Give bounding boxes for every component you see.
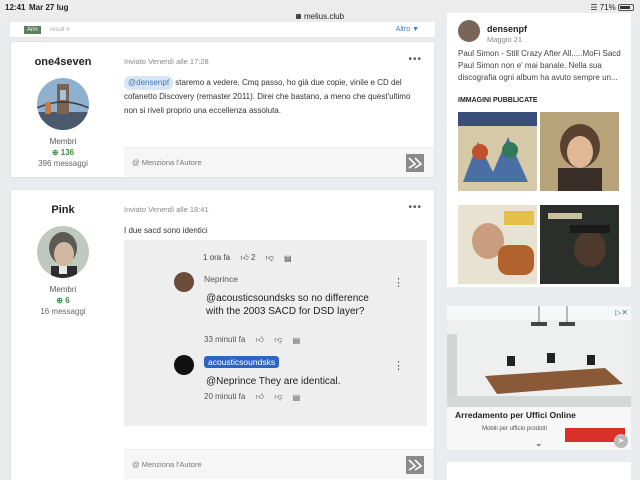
author-name[interactable]: one4seven	[11, 56, 115, 68]
altro-button[interactable]: Altro ▼	[396, 26, 419, 33]
post-author-panel: one4seven Membri ⊕ 136 396 messaggi	[11, 42, 115, 168]
thumbs-down-icon[interactable]: 👎︎	[274, 392, 282, 402]
message-count: 396 messaggi	[38, 159, 88, 168]
reply-icon[interactable]: ▤	[293, 336, 301, 345]
reply-icon[interactable]: ▤	[284, 254, 292, 263]
battery-icon	[618, 4, 634, 11]
image-thumbnail[interactable]	[458, 112, 537, 191]
comment-username[interactable]: acousticsoundsks	[204, 356, 280, 368]
kebab-menu-icon[interactable]: ⋮	[393, 359, 404, 372]
avatar[interactable]	[37, 78, 89, 130]
avatar[interactable]	[458, 20, 480, 42]
comment-neprince: Neprince ⋮ @acousticsoundsks so no diffe…	[174, 272, 414, 352]
mention-author-label: Menziona l'Autore	[141, 460, 202, 469]
plus-icon: ⊕	[51, 148, 59, 157]
scroll-to-top-button[interactable]: ➤	[614, 434, 628, 448]
ann-badge: Ann	[24, 26, 41, 34]
thumbs-up-icon[interactable]: 👍︎	[256, 335, 264, 345]
wifi-icon: ☰	[590, 3, 598, 12]
battery-percent: 71%	[599, 3, 616, 12]
reputation-value: 136	[60, 148, 75, 157]
image-thumbnail[interactable]	[458, 205, 537, 284]
reputation-value: 6	[65, 296, 70, 305]
url-text: melius.club	[304, 12, 345, 21]
avatar[interactable]	[37, 226, 89, 278]
sidebar-post-excerpt[interactable]: Paul Simon - Still Crazy After All.....M…	[458, 48, 628, 84]
post-one4seven: one4seven Membri ⊕ 136 396 messaggi Invi…	[10, 41, 435, 178]
comment-time: 33 minuti fa	[204, 335, 246, 345]
reply-icon[interactable]: ▤	[293, 393, 301, 402]
comment-actions: 20 minuti fa 👍︎ 👎︎ ▤	[204, 392, 300, 402]
lock-icon	[296, 14, 301, 19]
post-pink: Pink Membri ⊕ 6 16 messaggi Inviato Vene…	[10, 189, 435, 480]
author-name[interactable]: Pink	[11, 204, 115, 216]
comment-acousticsoundsks: acousticsoundsks ⋮ @Neprince They are id…	[174, 355, 414, 415]
comment-text: @acousticsoundsks so no difference with …	[206, 293, 369, 317]
status-time: 12:41	[5, 3, 26, 12]
post-footer: @ Menziona l'Autore	[124, 147, 434, 177]
sidebar-username[interactable]: densenpf	[487, 24, 527, 34]
comment-username-tag: acousticsoundsks	[204, 356, 280, 368]
post-menu-icon[interactable]: •••	[408, 54, 422, 65]
ad-close-icon[interactable]: ▷✕	[615, 308, 628, 317]
sidebar-recent-post: densenpf Maggio 21 Paul Simon - Still Cr…	[447, 13, 631, 287]
quote-icon[interactable]	[406, 154, 424, 172]
ann-result: result #	[50, 27, 70, 33]
mention-author-button[interactable]: @ Menziona l'Autore	[132, 460, 202, 469]
advertisement[interactable]: ▷✕ Arredamento per Uffici Online Mobili …	[447, 306, 631, 450]
reputation: ⊕ 6	[11, 296, 115, 305]
post-meta[interactable]: Inviato Venerdì alle 18:41	[124, 205, 434, 214]
avatar[interactable]	[174, 272, 194, 292]
user-mention[interactable]: @densenpf	[124, 76, 174, 90]
address-bar[interactable]: melius.club	[296, 12, 344, 21]
sidebar-date: Maggio 21	[487, 35, 523, 44]
chevron-down-icon[interactable]: ⌄	[535, 438, 543, 449]
comment-actions: 33 minuti fa 👍︎ 👎︎ ▤	[204, 335, 300, 345]
avatar[interactable]	[174, 355, 194, 375]
images-heading: IMMAGINI PUBBLICATE	[458, 97, 538, 104]
author-group: Membri	[49, 285, 77, 294]
mention-author-label: Menziona l'Autore	[141, 158, 202, 167]
comment-actions-top: 1 ora fa 👍︎ 2 👎︎ ▤	[203, 253, 292, 263]
post-menu-icon[interactable]: •••	[408, 202, 422, 213]
comment-time: 1 ora fa	[203, 253, 231, 263]
thumbs-up-icon[interactable]: 👍︎	[256, 392, 264, 402]
embedded-comments: 1 ora fa 👍︎ 2 👎︎ ▤ Neprince ⋮ @acoustics…	[124, 240, 427, 426]
status-date: Mar 27 lug	[29, 3, 69, 12]
mention-author-button[interactable]: @ Menziona l'Autore	[132, 158, 202, 167]
like-count: 2	[250, 253, 256, 263]
comment-time: 20 minuti fa	[204, 392, 246, 402]
altro-label: Altro	[395, 26, 411, 33]
ad-image[interactable]	[447, 306, 631, 407]
status-right: ☰ 71%	[590, 3, 634, 12]
thumbs-down-icon[interactable]: 👎︎	[266, 253, 274, 263]
post-footer: @ Menziona l'Autore	[124, 449, 434, 479]
image-thumbnail[interactable]	[540, 112, 619, 191]
thumbs-down-icon[interactable]: 👎︎	[274, 335, 282, 345]
quote-icon[interactable]	[406, 456, 424, 474]
post-text: I due sacd sono identici	[124, 226, 208, 235]
comment-username[interactable]: Neprince	[204, 274, 238, 284]
message-count: 16 messaggi	[40, 307, 86, 316]
post-author-panel: Pink Membri ⊕ 6 16 messaggi	[11, 190, 115, 316]
post-text: @densenpf staremo a vedere. Cmq passo, h…	[124, 76, 416, 118]
comment-text: @Neprince They are identical.	[206, 376, 341, 387]
chevron-down-icon: ▼	[412, 26, 419, 33]
post-body: Inviato Venerdì alle 18:41 ••• I due sac…	[124, 190, 434, 426]
sidebar-next-block	[447, 462, 631, 480]
image-thumbnail[interactable]	[540, 205, 619, 284]
reputation: ⊕ 136	[11, 148, 115, 157]
kebab-menu-icon[interactable]: ⋮	[393, 276, 404, 289]
previous-post-strip: Ann result # Altro ▼	[10, 22, 435, 38]
thumbs-up-icon[interactable]: 👍︎	[240, 253, 248, 263]
post-meta[interactable]: Inviato Venerdì alle 17:28	[124, 57, 434, 66]
plus-icon: ⊕	[56, 296, 63, 305]
post-body: Inviato Venerdì alle 17:28 ••• @densenpf…	[124, 42, 434, 118]
ad-title[interactable]: Arredamento per Uffici Online	[455, 410, 576, 420]
ad-subtitle: Mobili per ufficio prodotti	[482, 426, 547, 432]
author-group: Membri	[49, 137, 77, 146]
